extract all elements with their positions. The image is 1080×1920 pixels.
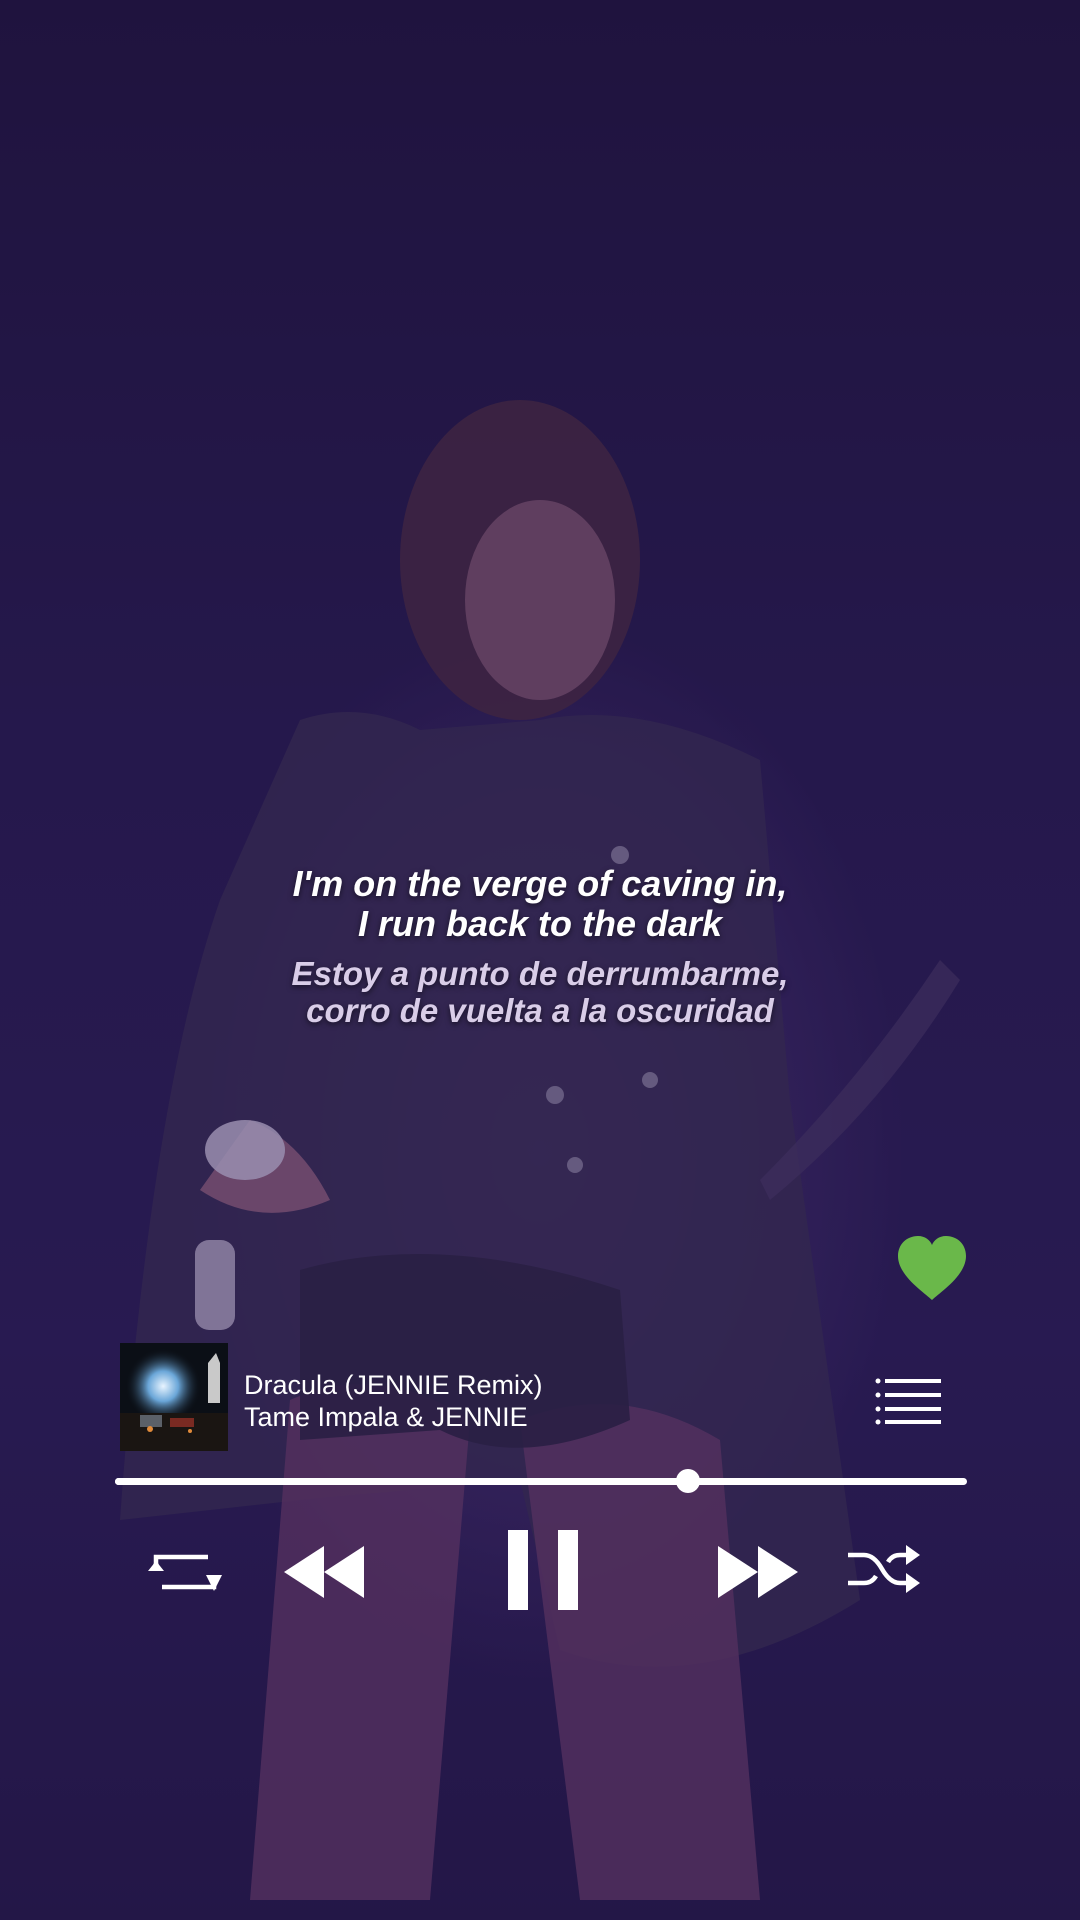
lyrics-original: I'm on the verge of caving in, I run bac… bbox=[0, 864, 1080, 944]
shuffle-icon bbox=[848, 1545, 920, 1593]
pause-icon bbox=[508, 1530, 578, 1610]
heart-icon bbox=[898, 1236, 966, 1300]
rewind-icon bbox=[284, 1546, 364, 1598]
like-button[interactable] bbox=[895, 1234, 969, 1302]
repeat-button[interactable] bbox=[148, 1547, 222, 1597]
next-button[interactable] bbox=[718, 1546, 798, 1598]
play-pause-button[interactable] bbox=[508, 1530, 578, 1610]
shuffle-button[interactable] bbox=[848, 1545, 920, 1593]
previous-button[interactable] bbox=[284, 1546, 364, 1598]
track-title[interactable]: Dracula (JENNIE Remix) bbox=[244, 1370, 543, 1401]
album-cover-image bbox=[120, 1343, 228, 1451]
progress-fill bbox=[115, 1478, 688, 1485]
lyrics-original-line: I run back to the dark bbox=[357, 903, 723, 944]
lyrics-translation: Estoy a punto de derrumbarme, corro de v… bbox=[0, 955, 1080, 1029]
queue-button[interactable] bbox=[875, 1376, 943, 1426]
progress-thumb[interactable] bbox=[675, 1469, 700, 1493]
lyrics-translation-line: corro de vuelta a la oscuridad bbox=[306, 992, 774, 1029]
fast-forward-icon bbox=[718, 1546, 798, 1598]
track-artist[interactable]: Tame Impala & JENNIE bbox=[244, 1402, 528, 1433]
now-playing-screen: I'm on the verge of caving in, I run bac… bbox=[0, 0, 1080, 1920]
lyrics-translation-line: Estoy a punto de derrumbarme, bbox=[291, 955, 789, 992]
album-art[interactable] bbox=[120, 1343, 228, 1451]
queue-list-icon bbox=[875, 1378, 941, 1425]
lyrics-original-line: I'm on the verge of caving in, bbox=[292, 863, 788, 904]
repeat-icon bbox=[148, 1554, 222, 1591]
progress-slider[interactable] bbox=[115, 1469, 967, 1493]
